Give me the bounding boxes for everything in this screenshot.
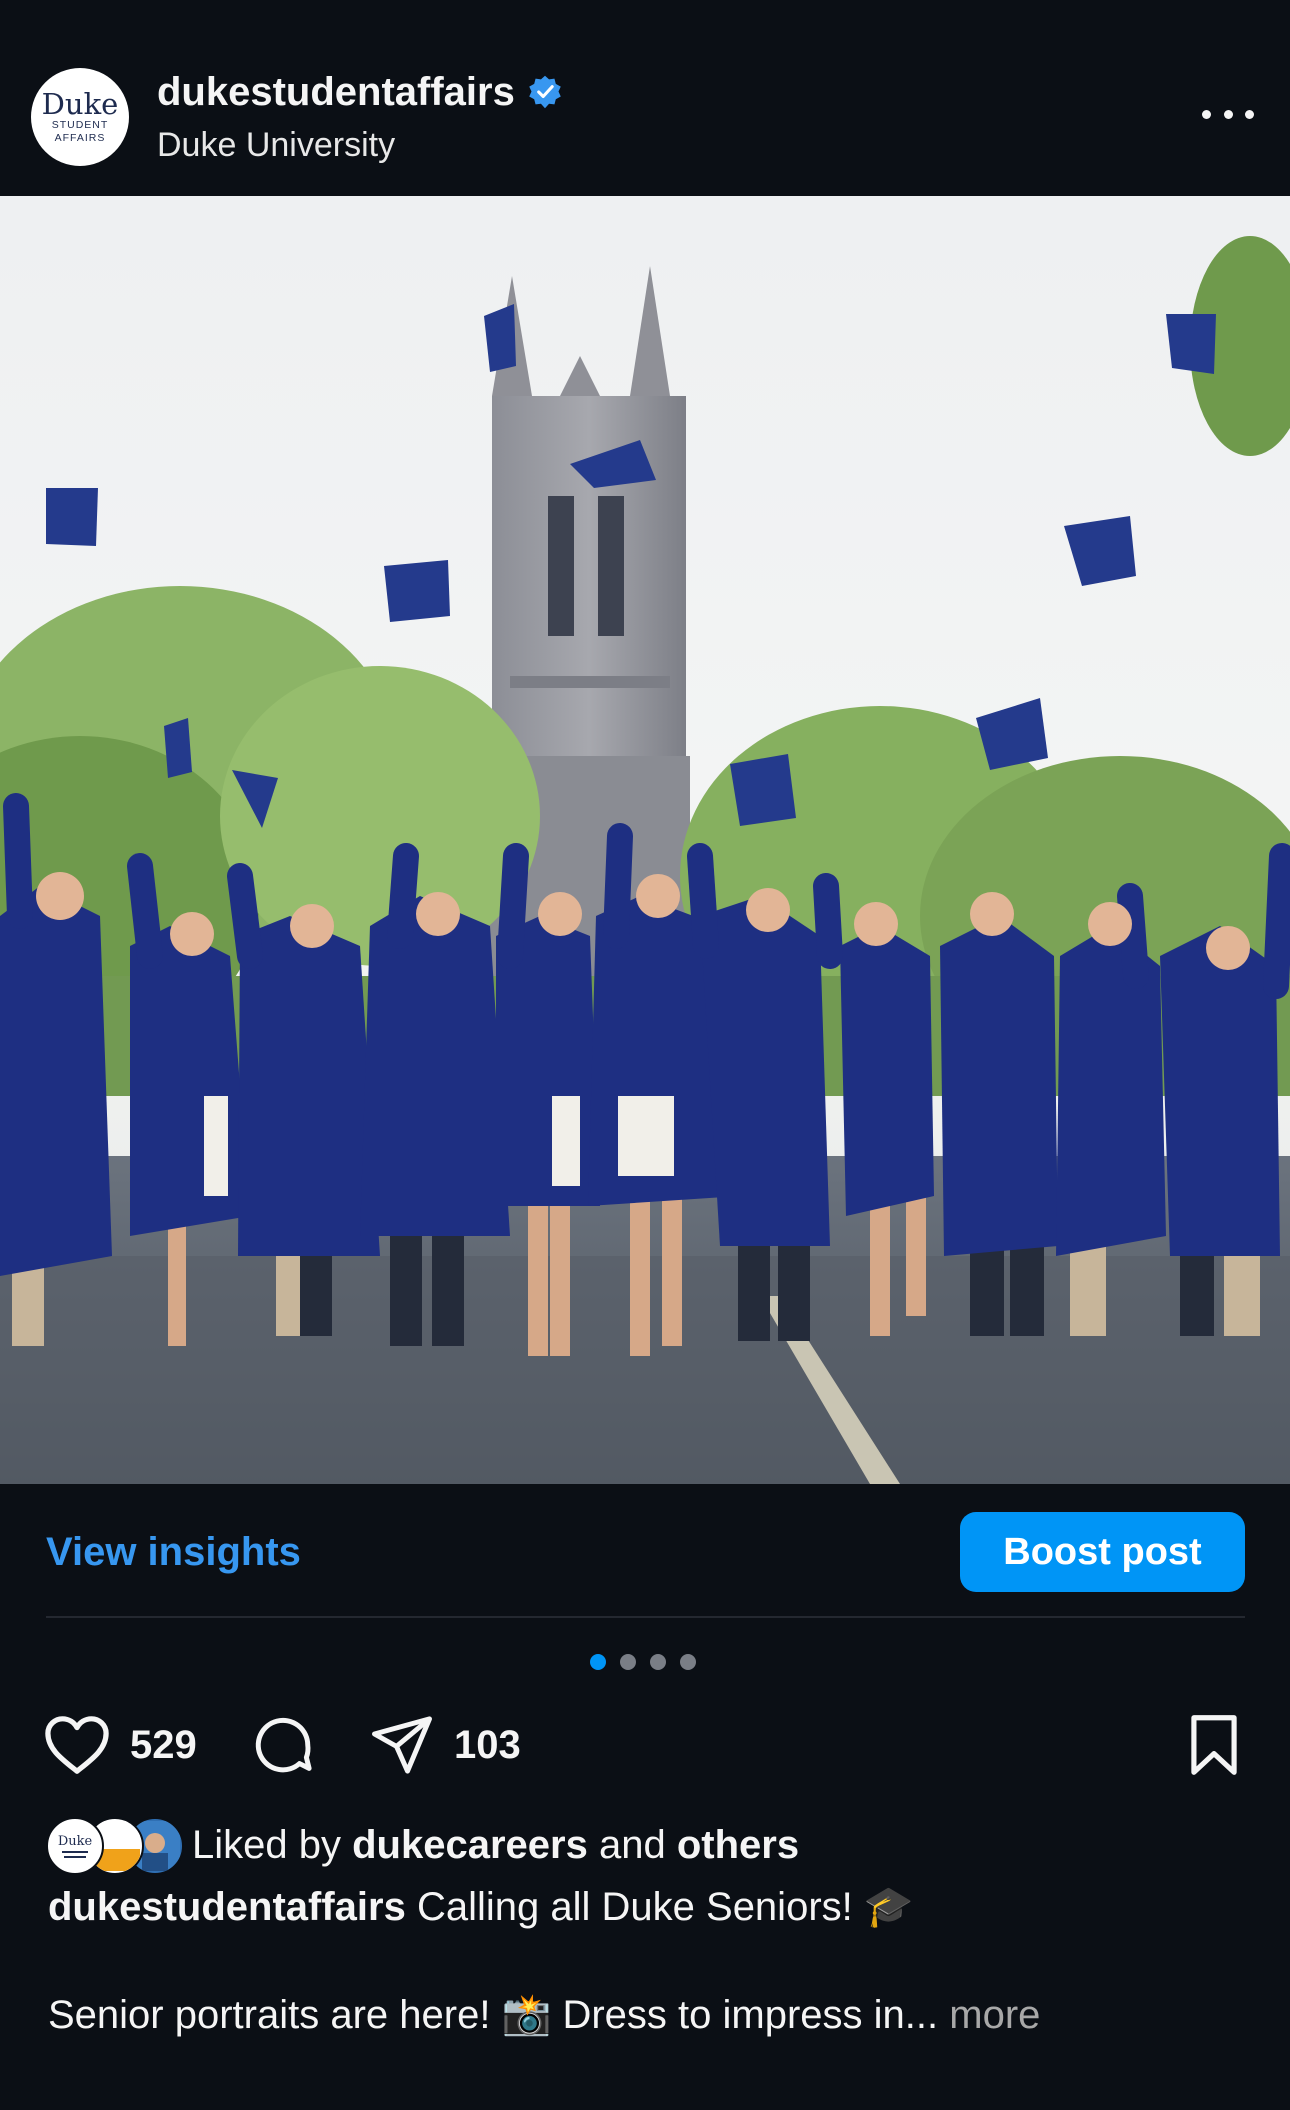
heart-icon[interactable] — [42, 1713, 112, 1777]
bookmark-icon[interactable] — [1184, 1712, 1244, 1778]
view-insights-link[interactable]: View insights — [46, 1528, 301, 1576]
carousel-dot-3 — [650, 1654, 666, 1670]
carousel-indicator — [590, 1654, 696, 1670]
post-actions: 529 103 — [42, 1710, 1252, 1780]
boost-post-button[interactable]: Boost post — [960, 1512, 1245, 1592]
liked-by-row[interactable]: Duke Liked by dukecareers and others — [46, 1812, 799, 1878]
liked-by-user-link[interactable]: dukecareers — [352, 1823, 588, 1867]
send-icon[interactable] — [368, 1712, 436, 1778]
caption-continued: Senior portraits are here! 📸 Dress to im… — [48, 1990, 1248, 2040]
profile-avatar[interactable]: Duke STUDENT AFFAIRS — [31, 68, 129, 166]
share-action[interactable]: 103 — [368, 1710, 521, 1780]
avatar-brand: Duke — [41, 87, 119, 121]
avatar-sub: STUDENT AFFAIRS — [51, 119, 109, 144]
liked-by-text[interactable]: Liked by dukecareers and others — [192, 1823, 799, 1868]
comment-icon[interactable] — [250, 1712, 316, 1778]
post-image[interactable] — [0, 196, 1290, 1484]
caption-username[interactable]: dukestudentaffairs — [48, 1885, 406, 1929]
verified-badge-icon — [529, 75, 561, 109]
carousel-dot-2 — [620, 1654, 636, 1670]
caption-line1: Calling all Duke Seniors! 🎓 — [416, 1885, 914, 1929]
liked-by-others-link[interactable]: others — [677, 1823, 799, 1867]
location-subtitle[interactable]: Duke University — [157, 124, 395, 166]
more-options-icon[interactable] — [1202, 96, 1254, 132]
caption: dukestudentaffairs Calling all Duke Seni… — [48, 1882, 1248, 1932]
username-link[interactable]: dukestudentaffairs — [157, 68, 515, 116]
carousel-dot-4 — [680, 1654, 696, 1670]
caption-line2: Senior portraits are here! 📸 Dress to im… — [48, 1993, 939, 2037]
username-row: dukestudentaffairs — [157, 68, 563, 116]
liker-avatar-1: Duke — [46, 1817, 104, 1875]
like-action[interactable]: 529 — [42, 1710, 197, 1780]
svg-text:Duke: Duke — [58, 1834, 93, 1849]
graduation-photo — [0, 196, 1290, 1484]
like-count[interactable]: 529 — [130, 1723, 197, 1768]
caption-more-link[interactable]: more — [949, 1993, 1040, 2037]
carousel-dot-1 — [590, 1654, 606, 1670]
share-count[interactable]: 103 — [454, 1723, 521, 1768]
save-action[interactable] — [1184, 1710, 1244, 1780]
divider — [46, 1616, 1245, 1618]
comment-action[interactable] — [250, 1710, 316, 1780]
liker-avatars: Duke — [46, 1817, 184, 1875]
post-header: Duke STUDENT AFFAIRS dukestudentaffairs … — [0, 0, 1290, 196]
